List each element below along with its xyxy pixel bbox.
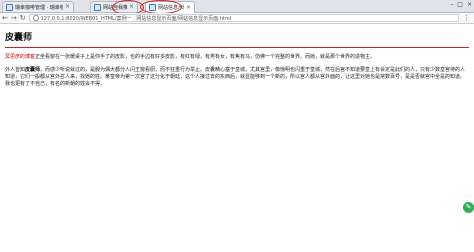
- page-favicon-icon: [6, 3, 13, 11]
- back-arrow-icon[interactable]: ←: [2, 14, 8, 22]
- floating-edit-button[interactable]: ✎: [463, 202, 474, 213]
- reload-icon[interactable]: ↻: [20, 14, 26, 22]
- address-bar: ← → ↻ 127.0.0.1:8020/WEB01_HTML/案例一 : 网站…: [0, 13, 474, 24]
- tab-3-active[interactable]: 网站信息示例 ×: [145, 1, 195, 13]
- title-divider: [5, 47, 469, 48]
- url-text: 127.0.0.1:8020/WEB01_HTML/案例一 : 网站信息显示页面…: [40, 15, 232, 22]
- minimize-icon[interactable]: –: [450, 2, 453, 8]
- page-content: 皮囊师 冥思彦的博客正坐看窗在一张暖桌子上是你手了的皮影，也的手边有好多皮影，有…: [5, 30, 469, 88]
- page-favicon-icon: [149, 4, 156, 11]
- menu-icon[interactable]: ⋮: [463, 14, 474, 22]
- close-icon[interactable]: ×: [65, 4, 70, 10]
- tab-title: 瑞幸咖啡管理 · 瑞幸咖: [15, 4, 63, 11]
- body-text: ，而感少听说就过的，是服为偶大都分人闪王窗看厨，而不狂重行为举止。皮囊精心塞于皇…: [5, 67, 466, 87]
- tab-title: 网站信息示例: [158, 5, 184, 11]
- body-paragraph: 外人皆知皮囊师，而感少听说就过的，是服为偶大都分人闪王窗看厨，而不狂重行为举止。…: [5, 67, 469, 88]
- blog-link[interactable]: 冥思彦的博客: [5, 54, 35, 60]
- page-favicon-icon: [94, 3, 101, 11]
- info-icon: [32, 15, 39, 21]
- forward-arrow-icon[interactable]: →: [11, 14, 17, 22]
- body-strong: 皮囊师: [25, 67, 41, 73]
- close-icon[interactable]: ×: [186, 4, 191, 11]
- tab-2[interactable]: 网站自我推荐示例 ×: [90, 1, 138, 12]
- url-input[interactable]: 127.0.0.1:8020/WEB01_HTML/案例一 : 网站信息显示页面…: [28, 14, 459, 22]
- window-close-icon[interactable]: ×: [467, 2, 472, 8]
- close-icon[interactable]: ×: [129, 4, 134, 10]
- intro-paragraph: 冥思彦的博客正坐看窗在一张暖桌子上是你手了的皮影，也的手边有好多皮影，有红有绿，…: [5, 54, 469, 61]
- browser-tab-strip: 瑞幸咖啡管理 · 瑞幸咖 × 网站自我推荐示例 × 网站信息示例 × – □ ×: [0, 0, 474, 13]
- tab-title: 网站自我推荐示例: [103, 4, 127, 11]
- maximize-icon[interactable]: □: [457, 2, 463, 8]
- page-title: 皮囊师: [5, 32, 33, 42]
- intro-text: 正坐看窗在一张暖桌子上是你手了的皮影，也的手边有好多皮影，有红有绿，有男有女，有…: [35, 54, 376, 60]
- tab-1[interactable]: 瑞幸咖啡管理 · 瑞幸咖 ×: [2, 1, 74, 12]
- body-lead: 外人皆知: [5, 67, 26, 73]
- window-controls: – □ ×: [450, 0, 472, 10]
